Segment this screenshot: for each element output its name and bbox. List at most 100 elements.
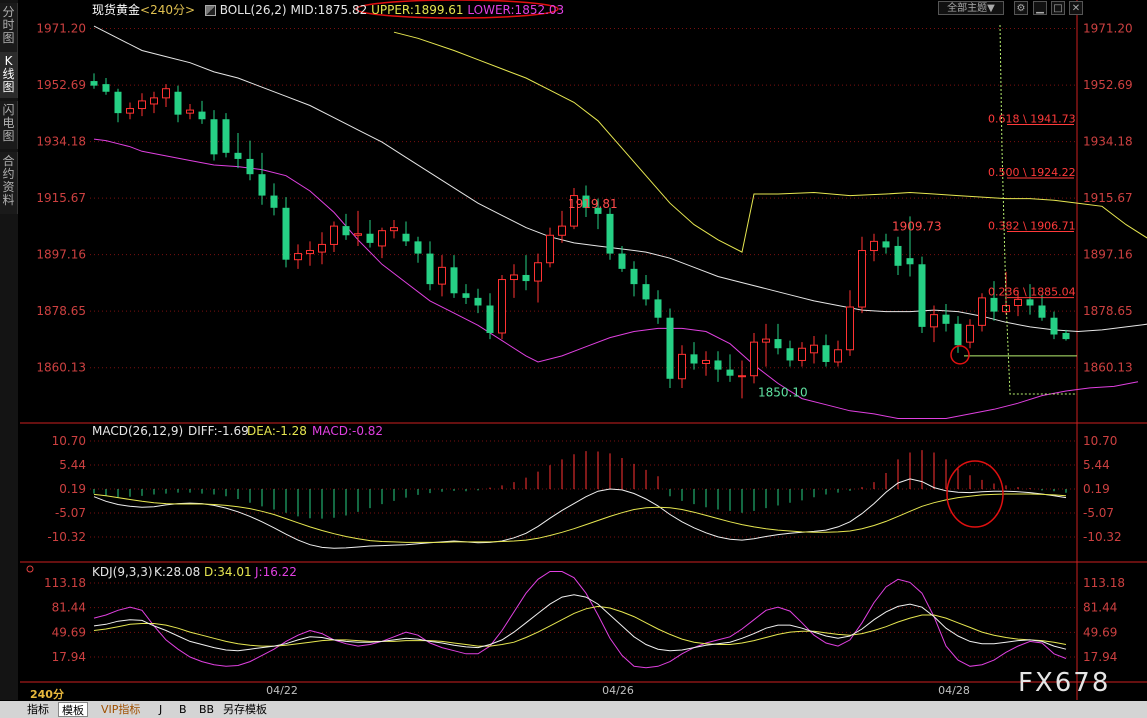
ytick-right: 1952.69 [1083,78,1133,92]
candle-body [414,241,422,254]
maximize-icon[interactable]: □ [1051,1,1065,15]
candle-body [1038,305,1046,318]
kdj-d-value: D:34.01 [204,565,252,579]
side-tab-0[interactable]: 分时图 [0,3,18,53]
candle-body [678,353,686,380]
candle-body [282,207,290,260]
kdj-j-line [93,571,1067,669]
macd-ytick-left: 10.70 [52,434,86,448]
candle-body [558,225,566,236]
ytick-left: 1878.65 [36,304,86,318]
candle-body [954,323,962,346]
candle-body [1014,298,1022,306]
boll-lower-line [93,138,1139,419]
ytick-right: 1878.65 [1083,304,1133,318]
candle-body [366,233,374,243]
candle-body [1050,317,1058,335]
fib-label: 0.236 \ 1885.04 [988,286,1076,299]
candle-body [210,119,218,155]
boll-mid: MID:1875.82 [290,3,368,17]
candle-body [534,262,542,282]
kdj-ytick-left: 17.94 [52,650,86,664]
candle-body [1062,332,1070,340]
candle-body [978,297,986,326]
bottom-tab-2[interactable]: VIP指标 [98,702,143,717]
kdj-ytick-right: 49.69 [1083,625,1117,639]
candle-body [726,369,734,376]
side-tab-1[interactable]: K线图 [0,52,18,98]
high-label: 1909.73 [892,220,942,234]
candle-body [138,100,146,110]
candle-body [654,299,662,318]
candle-body [270,195,278,208]
support-marker-circle [950,345,970,365]
macd-macd-value: MACD:-0.82 [312,424,383,438]
close-icon[interactable]: ✕ [1069,1,1083,15]
candle-body [798,347,806,361]
xtick-label: 04/26 [602,684,634,697]
candle-body [222,119,230,153]
boll-label: BOLL(26,2) [219,3,287,17]
candle-body [390,227,398,232]
macd-diff-value: DIFF:-1.69 [188,424,249,438]
period-selector[interactable]: 240分 [30,686,64,702]
candle-body [762,338,770,343]
candle-body [294,253,302,261]
gear-icon[interactable]: ⚙ [1014,1,1028,15]
macd-ytick-right: 5.44 [1083,458,1110,472]
minimize-icon[interactable]: ▁ [1033,1,1047,15]
candle-body [930,314,938,328]
macd-dea-line [93,493,1067,543]
bottom-tab-3[interactable]: J [156,702,165,717]
bottom-tab-5[interactable]: BB [196,702,217,717]
bottom-tab-6[interactable]: 另存模板 [220,702,270,717]
candle-body [834,349,842,363]
candle-body [150,97,158,105]
bottom-tab-1[interactable]: 模板 [58,702,88,717]
candle-body [618,253,626,269]
xtick-label: 04/28 [938,684,970,697]
candle-body [510,274,518,281]
candle-body [330,225,338,245]
boll-upper: UPPER:1899.61 [371,3,464,17]
candle-body [474,297,482,306]
candle-body [378,230,386,247]
candle-body [642,284,650,300]
ytick-right: 1915.67 [1083,191,1133,205]
chart-canvas[interactable]: 1971.20 1971.20 1952.69 1952.69 1934.18 1934.… [0,0,1147,718]
candle-body [918,264,926,327]
candle-body [714,360,722,370]
xtick-label: 04/22 [266,684,298,697]
bottom-tab-0[interactable]: 指标 [24,702,52,717]
side-tab-2[interactable]: 闪电图 [0,101,18,149]
ytick-left: 1952.69 [36,78,86,92]
ytick-left: 1915.67 [36,191,86,205]
macd-ytick-left: 0.19 [59,482,86,496]
candle-body [102,84,110,92]
candle-body [858,250,866,308]
kdj-d-line [93,605,1067,647]
candle-body [498,279,506,334]
low-label: 1850.10 [758,385,808,399]
candle-body [354,233,362,236]
kdj-j-value: J:16.22 [254,565,297,579]
ytick-left: 1971.20 [36,22,86,36]
candle-body [870,240,878,252]
macd-ytick-left: 5.44 [59,458,86,472]
theme-dropdown[interactable]: 全部主题▼ [938,1,1004,15]
candle-body [822,345,830,362]
candle-body [342,226,350,236]
kdj-title: KDJ(9,3,3) [92,565,153,579]
candle-body [258,174,266,196]
side-tab-3[interactable]: 合约资料 [0,152,18,214]
candle-body [522,274,530,282]
boll-lower: LOWER:1852.03 [467,3,565,17]
candle-body [234,152,242,159]
bottom-tab-4[interactable]: B [176,702,190,717]
candle-body [606,213,614,254]
candle-body [966,324,974,343]
candle-body [306,250,314,255]
candle-body [186,109,194,114]
candle-body [882,241,890,248]
watermark: FX678 [1018,668,1111,698]
